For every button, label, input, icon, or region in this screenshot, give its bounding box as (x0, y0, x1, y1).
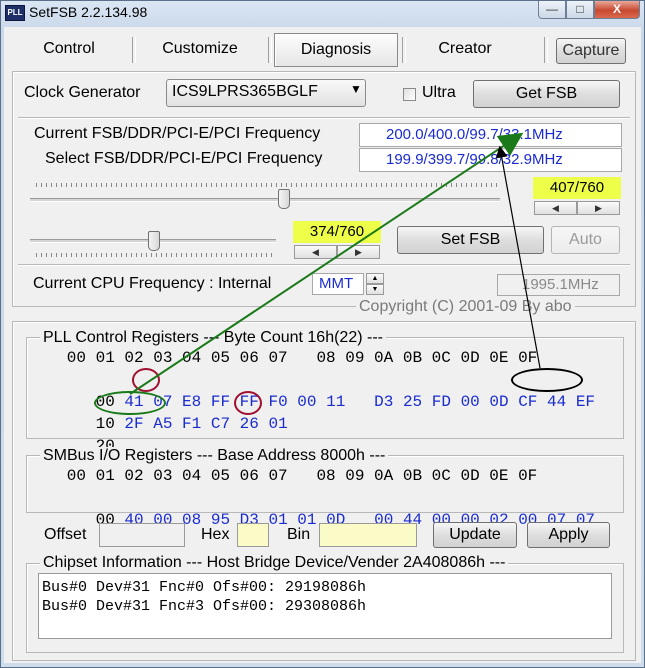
app-icon[interactable]: PLL (5, 5, 25, 21)
window-controls: — □ X (538, 1, 640, 19)
ultra-label: Ultra (422, 84, 456, 101)
clock-generator-dropdown[interactable]: ICS9LPRS365BGLF ▼ (166, 79, 366, 107)
cpu-mode-value: MMT (319, 275, 354, 292)
offset-field[interactable] (99, 523, 185, 547)
chipset-info-list[interactable]: Bus#0 Dev#31 Fnc#0 Ofs#00: 29198086h Bus… (38, 573, 612, 639)
tab-separator (544, 37, 548, 63)
register-value[interactable]: 01 (268, 511, 287, 529)
smbus-column-header: 00 01 02 03 04 05 06 07 08 09 0A 0B 0C 0… (38, 467, 538, 485)
get-fsb-button[interactable]: Get FSB (473, 80, 620, 108)
capture-button[interactable]: Capture (556, 38, 626, 64)
tab-creator[interactable]: Creator (410, 33, 520, 65)
register-value[interactable]: D3 (374, 393, 393, 411)
register-value[interactable]: F1 (182, 415, 201, 433)
copyright-text: Copyright (C) 2001-09 By abo (356, 298, 575, 316)
bin-field[interactable] (319, 523, 417, 547)
tab-diagnosis[interactable]: Diagnosis (274, 33, 398, 67)
window-title: SetFSB 2.2.134.98 (29, 4, 148, 20)
tab-separator (268, 37, 272, 63)
slider-ticks (36, 253, 272, 257)
client-area: Control Customize Diagnosis Creator Capt… (4, 27, 641, 663)
hex-label: Hex (201, 526, 230, 543)
chipset-info-title: Chipset Information --- Host Bridge Devi… (40, 554, 509, 572)
register-value[interactable]: CF (518, 393, 537, 411)
tab-customize[interactable]: Customize (140, 33, 260, 65)
chevron-down-icon: ▼ (350, 82, 362, 96)
arrow-right-icon[interactable]: ▶ (337, 245, 380, 259)
slider-ticks (36, 183, 501, 187)
register-value[interactable]: 25 (403, 393, 422, 411)
auto-button[interactable]: Auto (551, 226, 620, 254)
minimize-button[interactable]: — (538, 1, 566, 19)
tab-separator (132, 37, 136, 63)
clock-generator-value: ICS9LPRS365BGLF (172, 83, 318, 100)
arrow-right-icon[interactable]: ▶ (577, 201, 620, 215)
fsb-slider-thumb[interactable] (278, 189, 291, 209)
arrow-up-icon[interactable]: ▲ (366, 273, 384, 284)
register-value[interactable]: EF (576, 393, 595, 411)
tab-separator (402, 37, 406, 63)
pll-registers-title: PLL Control Registers --- Byte Count 16h… (40, 329, 386, 347)
fsb-spinner[interactable]: ◀ ▶ (534, 201, 620, 215)
arrow-left-icon[interactable]: ◀ (534, 201, 577, 215)
register-value[interactable]: 00 (297, 393, 316, 411)
fsb-slider-track[interactable] (30, 198, 500, 202)
register-value[interactable]: 2F (124, 415, 143, 433)
setfsb-window: PLL SetFSB 2.2.134.98 — □ X Control Cust… (0, 0, 645, 668)
arrow-down-icon[interactable]: ▼ (366, 284, 384, 295)
register-value[interactable]: A5 (153, 415, 172, 433)
ultra-checkbox[interactable] (403, 88, 416, 101)
register-value[interactable]: FD (432, 393, 451, 411)
hex-field[interactable] (237, 523, 269, 547)
pll-column-header: 00 01 02 03 04 05 06 07 08 09 0A 0B 0C 0… (38, 349, 538, 367)
register-value[interactable]: 26 (240, 415, 259, 433)
update-button[interactable]: Update (433, 522, 517, 548)
current-frequency-value: 200.0/400.0/99.7/33.1MHz (359, 123, 622, 147)
pcie-slider-readout: 374/760 (293, 221, 381, 243)
register-value[interactable]: 01 (268, 415, 287, 433)
title-bar[interactable]: PLL SetFSB 2.2.134.98 — □ X (1, 1, 644, 25)
cpu-mode-spinner[interactable]: ▲ ▼ (366, 273, 384, 295)
cpu-frequency-label: Current CPU Frequency : Internal (33, 275, 272, 292)
offset-label: Offset (44, 526, 87, 543)
list-item: Bus#0 Dev#31 Fnc#0 Ofs#00: 29198086h (42, 579, 367, 596)
register-value[interactable]: C7 (211, 415, 230, 433)
register-value[interactable]: 44 (547, 393, 566, 411)
smbus-registers-title: SMBus I/O Registers --- Base Address 800… (40, 447, 389, 465)
divider (18, 117, 630, 119)
bin-label: Bin (287, 526, 311, 543)
register-value[interactable]: 0D (489, 393, 508, 411)
cpu-frequency-value: 1995.1MHz (497, 274, 620, 296)
maximize-button[interactable]: □ (566, 1, 594, 19)
close-button[interactable]: X (594, 1, 640, 19)
tab-control[interactable]: Control (14, 33, 124, 65)
list-item: Bus#0 Dev#31 Fnc#3 Ofs#00: 29308086h (42, 598, 367, 615)
current-frequency-label: Current FSB/DDR/PCI-E/PCI Frequency (34, 125, 321, 142)
arrow-left-icon[interactable]: ◀ (294, 245, 337, 259)
select-frequency-value: 199.9/399.7/99.8/32.9MHz (359, 148, 622, 172)
pcie-slider-thumb[interactable] (148, 231, 161, 251)
set-fsb-button[interactable]: Set FSB (397, 226, 544, 254)
register-value[interactable]: 00 (461, 393, 480, 411)
apply-button[interactable]: Apply (527, 522, 610, 548)
register-value[interactable]: 11 (326, 393, 345, 411)
fsb-slider-readout: 407/760 (533, 177, 621, 199)
divider (18, 264, 630, 266)
clock-generator-label: Clock Generator (24, 84, 141, 101)
pcie-spinner[interactable]: ◀ ▶ (294, 245, 380, 259)
cpu-mode-field[interactable]: MMT (312, 273, 364, 295)
select-frequency-label: Select FSB/DDR/PCI-E/PCI Frequency (45, 150, 323, 167)
